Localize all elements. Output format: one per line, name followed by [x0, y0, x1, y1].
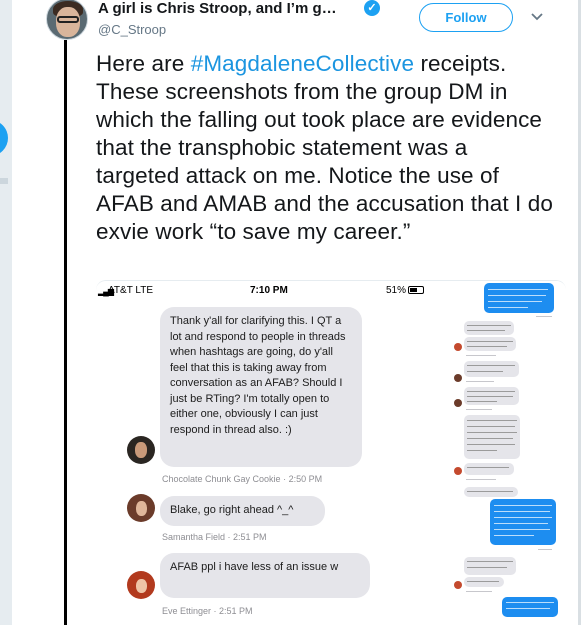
phone-status-bar: ▂▄▆ AT&T LTE 7:10 PM 51% — [96, 283, 434, 299]
background-blue-shape — [0, 120, 8, 156]
verified-icon: ✓ — [364, 0, 380, 16]
battery-icon — [408, 286, 424, 294]
tweet-card: A girl is Chris Stroop, and I’m g… ✓ @C_… — [12, 0, 578, 625]
hashtag-link[interactable]: #MagdaleneCollective — [191, 51, 414, 76]
status-time: 7:10 PM — [250, 285, 288, 296]
sender-caption: Samantha Field · 2:51 PM — [162, 532, 267, 542]
avatar[interactable] — [46, 0, 88, 40]
background-fragment — [0, 178, 8, 184]
thread-line — [64, 40, 67, 625]
tweet-text: Here are #MagdaleneCollective receipts. … — [96, 51, 553, 244]
message-bubble: Blake, go right ahead ^_^ — [160, 496, 325, 526]
author-name[interactable]: A girl is Chris Stroop, and I’m g… — [98, 0, 360, 17]
sender-avatar — [127, 436, 155, 464]
message-bubble: AFAB ppl i have less of an issue w — [160, 553, 370, 598]
sender-caption: Chocolate Chunk Gay Cookie · 2:50 PM — [162, 474, 323, 484]
secondary-dm-screenshot — [446, 281, 566, 625]
sender-avatar — [127, 494, 155, 522]
battery-percent: 51% — [386, 285, 407, 296]
tweet-media[interactable]: ▂▄▆ AT&T LTE 7:10 PM 51% Thank y'all for… — [96, 280, 566, 625]
message-bubble: Thank y'all for clarifying this. I QT a … — [160, 307, 362, 467]
author-handle[interactable]: @C_Stroop — [98, 22, 166, 37]
left-background-strip — [0, 0, 12, 625]
chevron-down-icon[interactable] — [530, 9, 544, 23]
follow-button[interactable]: Follow — [419, 3, 513, 32]
carrier-label: AT&T LTE — [108, 285, 154, 296]
sender-caption: Eve Ettinger · 2:51 PM — [162, 606, 253, 616]
sender-avatar — [127, 571, 155, 599]
